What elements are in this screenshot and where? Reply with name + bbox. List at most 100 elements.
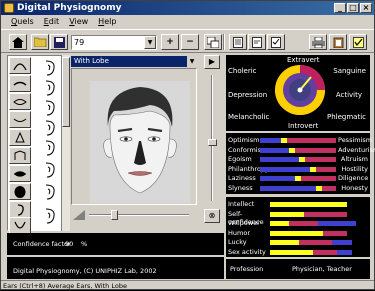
remove-button[interactable]: −	[181, 34, 199, 50]
options-button[interactable]	[267, 34, 285, 50]
trait-row: Optimism Pessimism	[228, 136, 373, 145]
cheeks-category-button[interactable]	[9, 147, 31, 164]
home-icon	[12, 36, 24, 48]
scrollbar-thumb[interactable]	[62, 57, 70, 127]
trait-bar-fill	[260, 166, 314, 172]
trait-left-label: Laziness	[228, 174, 256, 182]
trait-right-label: Pessimism	[338, 136, 373, 144]
feature-variant-select[interactable]: With Lobe ▼	[71, 56, 197, 67]
face-shape-category-button[interactable]	[9, 183, 31, 200]
eyebrow-icon	[13, 81, 27, 86]
app-icon	[4, 3, 14, 13]
minus-icon: −	[186, 37, 194, 47]
toolbar-separator	[223, 34, 225, 50]
profession-panel: Profession Physician, Teacher	[226, 259, 370, 279]
trait-bar-fill	[260, 147, 292, 153]
face-canvas	[71, 68, 197, 205]
trait-left-label: Slyness	[228, 183, 253, 192]
cheek-icon	[14, 149, 26, 160]
feature-scrollbar[interactable]	[61, 55, 70, 231]
reset-icon: ⊗	[208, 211, 216, 220]
ear-variant-icon[interactable]	[42, 184, 56, 200]
ability-row: Self-confidence	[228, 210, 368, 226]
trait-bar-fill	[260, 157, 302, 162]
add-button[interactable]: +	[161, 34, 179, 50]
trait-bar	[260, 176, 336, 181]
reset-button[interactable]: ⊗	[204, 209, 220, 223]
slider-track	[211, 75, 213, 201]
ear-variant-icon[interactable]	[42, 100, 56, 116]
lips-icon	[13, 170, 27, 177]
settings-button[interactable]	[349, 34, 367, 50]
horizontal-slider[interactable]	[73, 208, 199, 222]
play-button[interactable]: ▶	[204, 55, 220, 69]
maximize-button[interactable]: □	[347, 3, 359, 13]
main-window: Digital Physiognomy _ □ × Quels Edit Vie…	[0, 0, 375, 290]
ear-variant-icon[interactable]	[42, 80, 56, 96]
menu-edit[interactable]: Edit	[44, 15, 60, 28]
traits-panel: OptimismPessimismConformismAdventurismEg…	[226, 133, 375, 194]
photo-number-combo[interactable]: 79 ▼	[71, 35, 157, 50]
trait-right-label: Hostility	[341, 164, 368, 173]
menu-view[interactable]: View	[69, 15, 88, 28]
ability-bar-yellow	[270, 211, 304, 217]
ability-bar-blue	[332, 240, 352, 245]
save-button[interactable]	[50, 34, 68, 50]
play-icon: ▶	[208, 57, 216, 66]
window-title: Digital Physiognomy	[17, 3, 122, 13]
ability-bar-yellow	[270, 230, 323, 236]
slider-knob[interactable]	[111, 210, 118, 220]
trait-bar	[260, 138, 336, 143]
activity-label: Activity	[335, 91, 362, 99]
confidence-value: 90	[65, 240, 74, 248]
window-controls: _ □ ×	[334, 3, 372, 13]
chevron-down-icon[interactable]: ▼	[187, 56, 197, 67]
eyes-category-button[interactable]	[9, 93, 31, 110]
folder-icon	[33, 37, 46, 47]
vertical-slider[interactable]	[206, 75, 218, 201]
ears-category-button[interactable]	[9, 201, 31, 218]
close-button[interactable]: ×	[360, 3, 372, 13]
print-button[interactable]	[309, 34, 327, 50]
open-button[interactable]	[31, 34, 49, 50]
slider-knob[interactable]	[208, 139, 217, 146]
eyelid-category-button[interactable]	[9, 111, 31, 128]
nose-category-button[interactable]	[9, 129, 31, 146]
temperament-wheel	[275, 65, 325, 115]
ability-bar-blue	[318, 221, 357, 226]
chevron-down-icon[interactable]: ▼	[144, 36, 156, 49]
brows-category-button[interactable]	[9, 75, 31, 92]
plus-icon: +	[166, 37, 174, 47]
face-outline-icon	[14, 185, 26, 198]
notes-button[interactable]	[248, 34, 266, 50]
hair-icon	[13, 62, 27, 70]
ability-bar	[270, 249, 366, 255]
ear-variant-icon[interactable]	[42, 140, 56, 156]
menu-quels[interactable]: Quels	[11, 15, 34, 28]
copy-button[interactable]	[204, 34, 222, 50]
right-pupil	[152, 137, 156, 141]
trait-bar-marker	[281, 138, 288, 143]
feature-variant-value: With Lobe	[74, 57, 109, 65]
ear-variant-icon[interactable]	[42, 208, 56, 224]
ability-bar-red	[322, 230, 347, 236]
report-button[interactable]	[229, 34, 247, 50]
toolbar: 79 ▼ + −	[1, 29, 374, 53]
hair-category-button[interactable]	[9, 57, 31, 74]
menu-help[interactable]: Help	[98, 15, 116, 28]
ear-variant-icon[interactable]	[42, 162, 56, 178]
ear-variant-icon[interactable]	[42, 120, 56, 136]
lips-category-button[interactable]	[9, 165, 31, 182]
tools-button[interactable]	[329, 34, 347, 50]
trait-bar	[260, 185, 336, 191]
ability-label: Intellect	[228, 200, 255, 208]
chin-category-button[interactable]	[9, 217, 31, 234]
notepad-icon	[252, 36, 262, 48]
ear-variant-icon[interactable]	[42, 60, 56, 76]
face-drawing	[103, 87, 177, 194]
ability-bar-red	[313, 249, 338, 255]
minimize-button[interactable]: _	[334, 3, 346, 13]
ability-bar	[270, 230, 366, 236]
home-button[interactable]	[9, 34, 27, 50]
title-bar[interactable]: Digital Physiognomy _ □ ×	[1, 1, 374, 15]
